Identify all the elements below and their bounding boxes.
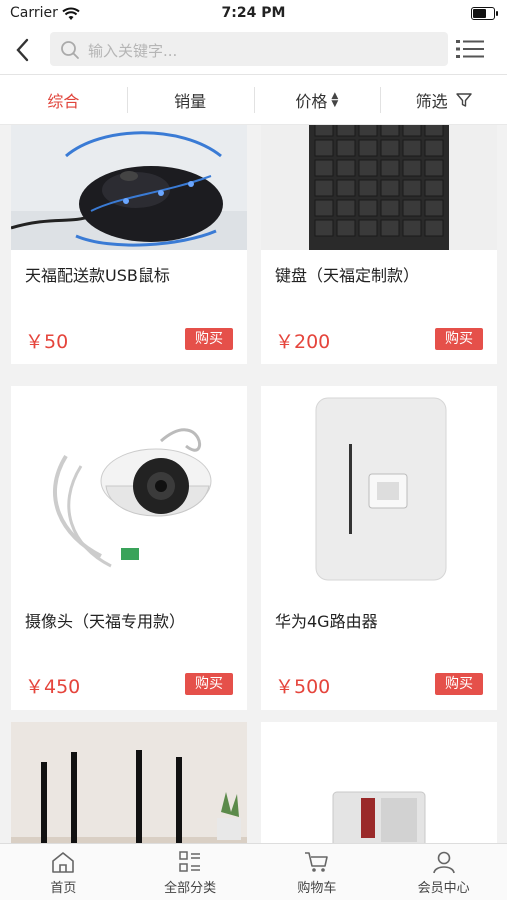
buy-button[interactable]: 购买 [435, 673, 483, 695]
product-name: 华为4G路由器 [275, 612, 378, 631]
search-header: 输入关键字... [0, 28, 507, 75]
tab-label: 首页 [50, 881, 77, 896]
keyboard-image [261, 125, 497, 250]
product-card[interactable]: 摄像头（天福专用款） ￥450 购买 [11, 386, 247, 710]
tab-cart[interactable]: 购物车 [254, 844, 381, 900]
product-name: 键盘（天福定制款） [275, 266, 420, 285]
buy-button[interactable]: 购买 [435, 328, 483, 350]
list-view-button[interactable] [456, 38, 486, 60]
device-image [261, 722, 497, 843]
filter-bar: 综合 销量 价格 ▲ ▼ 筛选 [0, 75, 507, 125]
filter-label: 销量 [174, 91, 207, 111]
product-name: 天福配送款USB鼠标 [25, 266, 170, 285]
search-input[interactable]: 输入关键字... [50, 32, 448, 66]
filter-label: 价格 [295, 91, 328, 111]
bottom-tab-bar: 首页 全部分类 购物车 会员中心 [0, 843, 507, 900]
status-bar: Carrier 7:24 PM [0, 0, 507, 28]
back-button[interactable] [12, 36, 34, 64]
product-price: ￥50 [25, 331, 69, 353]
product-price: ￥200 [275, 331, 331, 353]
product-card[interactable] [11, 722, 247, 843]
usb-mouse-image [11, 125, 247, 250]
search-placeholder: 输入关键字... [88, 42, 178, 60]
product-name: 摄像头（天福专用款） [25, 612, 186, 631]
product-grid: 天福配送款USB鼠标 ￥50 购买 键盘（天福定制款） ￥200 购买 摄像头（… [0, 125, 507, 843]
filter-tab-comprehensive[interactable]: 综合 [0, 75, 127, 124]
product-card[interactable]: 键盘（天福定制款） ￥200 购买 [261, 125, 497, 364]
antenna-router-image [11, 722, 247, 843]
category-icon [179, 851, 201, 872]
home-icon [52, 852, 75, 873]
funnel-icon [455, 92, 472, 107]
filter-tab-price[interactable]: 价格 ▲ ▼ [253, 75, 381, 124]
product-price: ￥500 [275, 676, 331, 698]
product-card[interactable]: 华为4G路由器 ￥500 购买 [261, 386, 497, 710]
buy-button[interactable]: 购买 [185, 328, 233, 350]
search-icon [60, 40, 80, 64]
tab-home[interactable]: 首页 [0, 844, 127, 900]
product-card[interactable]: 天福配送款USB鼠标 ￥50 购买 [11, 125, 247, 364]
filter-tab-sales[interactable]: 销量 [126, 75, 254, 124]
filter-label: 筛选 [415, 91, 448, 111]
cart-icon [304, 852, 328, 872]
product-price: ￥450 [25, 676, 81, 698]
product-card[interactable] [261, 722, 497, 843]
tab-member-center[interactable]: 会员中心 [380, 844, 507, 900]
tab-label: 全部分类 [164, 881, 217, 896]
buy-button[interactable]: 购买 [185, 673, 233, 695]
tab-label: 会员中心 [417, 881, 470, 896]
chevron-left-icon [16, 38, 29, 62]
list-icon [456, 40, 484, 58]
dome-camera-image [11, 386, 247, 596]
tab-categories[interactable]: 全部分类 [127, 844, 254, 900]
filter-tab-screen[interactable]: 筛选 [380, 75, 507, 124]
clock: 7:24 PM [221, 5, 286, 21]
filter-label: 综合 [47, 91, 80, 111]
router-image [261, 386, 497, 596]
tab-label: 购物车 [297, 881, 337, 896]
battery-icon [471, 7, 498, 20]
sort-arrows-icon: ▲ ▼ [331, 90, 339, 109]
user-icon [432, 851, 455, 874]
